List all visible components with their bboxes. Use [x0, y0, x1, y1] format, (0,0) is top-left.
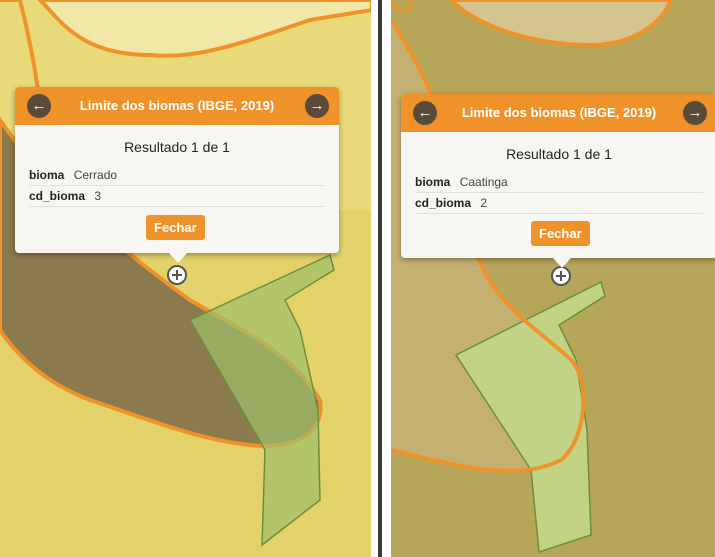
map-panel-left[interactable]: ← Limite dos biomas (IBGE, 2019) → Resul… [0, 0, 372, 557]
attribute-key: cd_bioma [29, 189, 86, 203]
attribute-row: bioma Caatinga [415, 172, 703, 193]
attribute-value: 2 [480, 196, 488, 210]
popup-title: Limite dos biomas (IBGE, 2019) [461, 105, 657, 120]
close-button[interactable]: Fechar [531, 221, 590, 246]
attribute-row: cd_bioma 2 [415, 193, 703, 214]
popup-pointer [169, 253, 187, 263]
map-marker-icon[interactable] [551, 266, 571, 286]
attribute-key: cd_bioma [415, 196, 472, 210]
attribute-table: bioma Caatinga cd_bioma 2 [415, 172, 703, 214]
popup-header: ← Limite dos biomas (IBGE, 2019) → [15, 87, 339, 125]
attribute-value: 3 [94, 189, 102, 203]
close-button[interactable]: Fechar [146, 215, 205, 240]
attribute-value: Cerrado [73, 168, 118, 182]
map-marker-icon[interactable] [167, 265, 187, 285]
result-count: Resultado 1 de 1 [124, 139, 230, 155]
attribute-value: Caatinga [459, 175, 508, 189]
feature-popup-right: ← Limite dos biomas (IBGE, 2019) → Resul… [401, 94, 715, 258]
map-panel-right[interactable]: ← Limite dos biomas (IBGE, 2019) → Resul… [391, 0, 715, 557]
split-divider[interactable] [371, 0, 391, 557]
arrow-left-icon[interactable]: ← [413, 101, 437, 125]
arrow-right-icon[interactable]: → [305, 94, 329, 118]
attribute-row: bioma Cerrado [29, 165, 325, 186]
arrow-left-icon[interactable]: ← [27, 94, 51, 118]
attribute-table: bioma Cerrado cd_bioma 3 [29, 165, 325, 207]
attribute-key: bioma [415, 175, 451, 189]
result-count: Resultado 1 de 1 [506, 146, 612, 162]
popup-header: ← Limite dos biomas (IBGE, 2019) → [401, 94, 715, 132]
feature-popup-left: ← Limite dos biomas (IBGE, 2019) → Resul… [15, 87, 339, 253]
attribute-row: cd_bioma 3 [29, 186, 325, 207]
popup-title: Limite dos biomas (IBGE, 2019) [79, 98, 275, 113]
arrow-right-icon[interactable]: → [683, 101, 707, 125]
popup-pointer [553, 258, 571, 268]
attribute-key: bioma [29, 168, 65, 182]
